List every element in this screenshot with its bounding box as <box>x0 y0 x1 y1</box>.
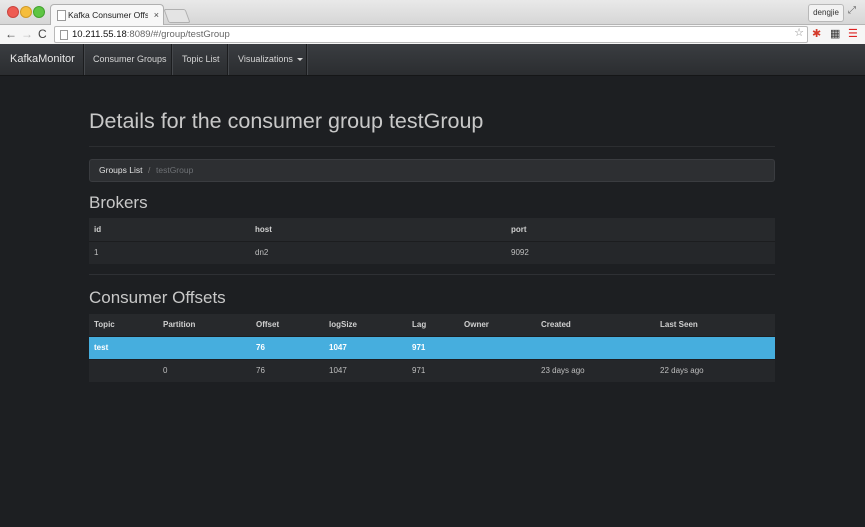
url-text: 10.211.55.18:8089/#/group/testGroup <box>72 27 230 42</box>
broker-port: 9092 <box>511 248 529 257</box>
table-row: 1 dn2 9092 <box>89 242 775 264</box>
col-header-lag: Lag <box>412 320 427 329</box>
reload-icon[interactable]: C <box>38 26 47 42</box>
tab-close-icon[interactable]: × <box>154 5 159 25</box>
page-title: Details for the consumer group testGroup <box>89 109 484 133</box>
nav-divider <box>227 44 229 75</box>
broker-host: dn2 <box>255 248 269 257</box>
col-header-last-seen: Last Seen <box>660 320 698 329</box>
cell-partition: 0 <box>163 366 168 375</box>
col-header-offset: Offset <box>256 320 280 329</box>
nav-divider <box>306 44 308 75</box>
col-header-logsize: logSize <box>329 320 358 329</box>
tab-strip: Kafka Consumer Offset Mo × dengjie ⤢ <box>0 0 865 25</box>
address-bar[interactable]: 10.211.55.18:8089/#/group/testGroup ☆ <box>54 26 808 43</box>
bookmark-star-icon[interactable]: ☆ <box>794 26 804 41</box>
nav-divider <box>83 44 85 75</box>
browser-window: Kafka Consumer Offset Mo × dengjie ⤢ ← →… <box>0 0 865 527</box>
app-navbar: KafkaMonitor Consumer Groups Topic List … <box>0 44 865 76</box>
nav-consumer-groups[interactable]: Consumer Groups <box>93 44 167 75</box>
url-path: :8089/#/group/testGroup <box>126 29 230 40</box>
nav-visualizations-label: Visualizations <box>238 54 293 64</box>
cell-logsize: 1047 <box>329 366 347 375</box>
nav-visualizations-dropdown[interactable]: Visualizations <box>238 44 303 75</box>
back-icon[interactable]: ← <box>5 26 17 42</box>
tab-title: Kafka Consumer Offset Mo <box>68 10 148 20</box>
url-host: 10.211.55.18 <box>72 29 127 40</box>
table-row: 0 76 1047 971 23 days ago 22 days ago <box>89 360 775 382</box>
minimize-window-button[interactable] <box>20 6 32 18</box>
section-divider <box>89 274 775 275</box>
forward-icon[interactable]: → <box>21 26 33 42</box>
consumer-offsets-title: Consumer Offsets <box>89 288 226 307</box>
cell-lag: 971 <box>412 366 426 375</box>
profile-button[interactable]: dengjie <box>808 4 844 22</box>
cell-last-seen: 22 days ago <box>660 366 704 375</box>
brand-link[interactable]: KafkaMonitor <box>10 44 75 75</box>
nav-divider <box>171 44 173 75</box>
close-window-button[interactable] <box>7 6 19 18</box>
col-header-port: port <box>511 225 527 234</box>
cell-offset: 76 <box>256 366 265 375</box>
extension-icon[interactable]: ✱ <box>812 28 821 41</box>
browser-tab[interactable]: Kafka Consumer Offset Mo × <box>50 4 164 25</box>
page-icon <box>60 30 68 40</box>
breadcrumb-groups-list[interactable]: Groups List <box>99 160 142 181</box>
col-header-partition: Partition <box>163 320 196 329</box>
broker-id: 1 <box>94 248 99 257</box>
breadcrumb-current: testGroup <box>156 165 194 175</box>
title-divider <box>89 146 775 147</box>
cell-created: 23 days ago <box>541 366 585 375</box>
brokers-header-row: id host port <box>89 218 775 241</box>
page-icon <box>57 10 66 21</box>
menu-icon[interactable]: ☰ <box>848 28 858 41</box>
cell-lag: 971 <box>412 343 426 352</box>
offsets-header-row: Topic Partition Offset logSize Lag Owner… <box>89 314 775 336</box>
caret-down-icon <box>296 58 303 62</box>
cell-logsize: 1047 <box>329 343 347 352</box>
fullscreen-icon[interactable]: ⤢ <box>848 5 856 16</box>
cell-offset: 76 <box>256 343 265 352</box>
zoom-window-button[interactable] <box>33 6 45 18</box>
brokers-title: Brokers <box>89 193 148 212</box>
col-header-id: id <box>94 225 102 234</box>
new-tab-button[interactable] <box>163 9 191 23</box>
nav-topic-list[interactable]: Topic List <box>182 44 220 75</box>
breadcrumb-separator: / <box>148 165 151 175</box>
qr-code-icon[interactable]: ▦ <box>830 28 840 41</box>
browser-toolbar: ← → C 10.211.55.18:8089/#/group/testGrou… <box>0 25 865 45</box>
col-header-owner: Owner <box>464 320 489 329</box>
col-header-created: Created <box>541 320 571 329</box>
topic-row-selected[interactable]: test 76 1047 971 <box>89 337 775 359</box>
breadcrumb: Groups List / testGroup <box>89 159 775 182</box>
cell-topic: test <box>94 343 109 352</box>
col-header-host: host <box>255 225 272 234</box>
col-header-topic: Topic <box>94 320 115 329</box>
